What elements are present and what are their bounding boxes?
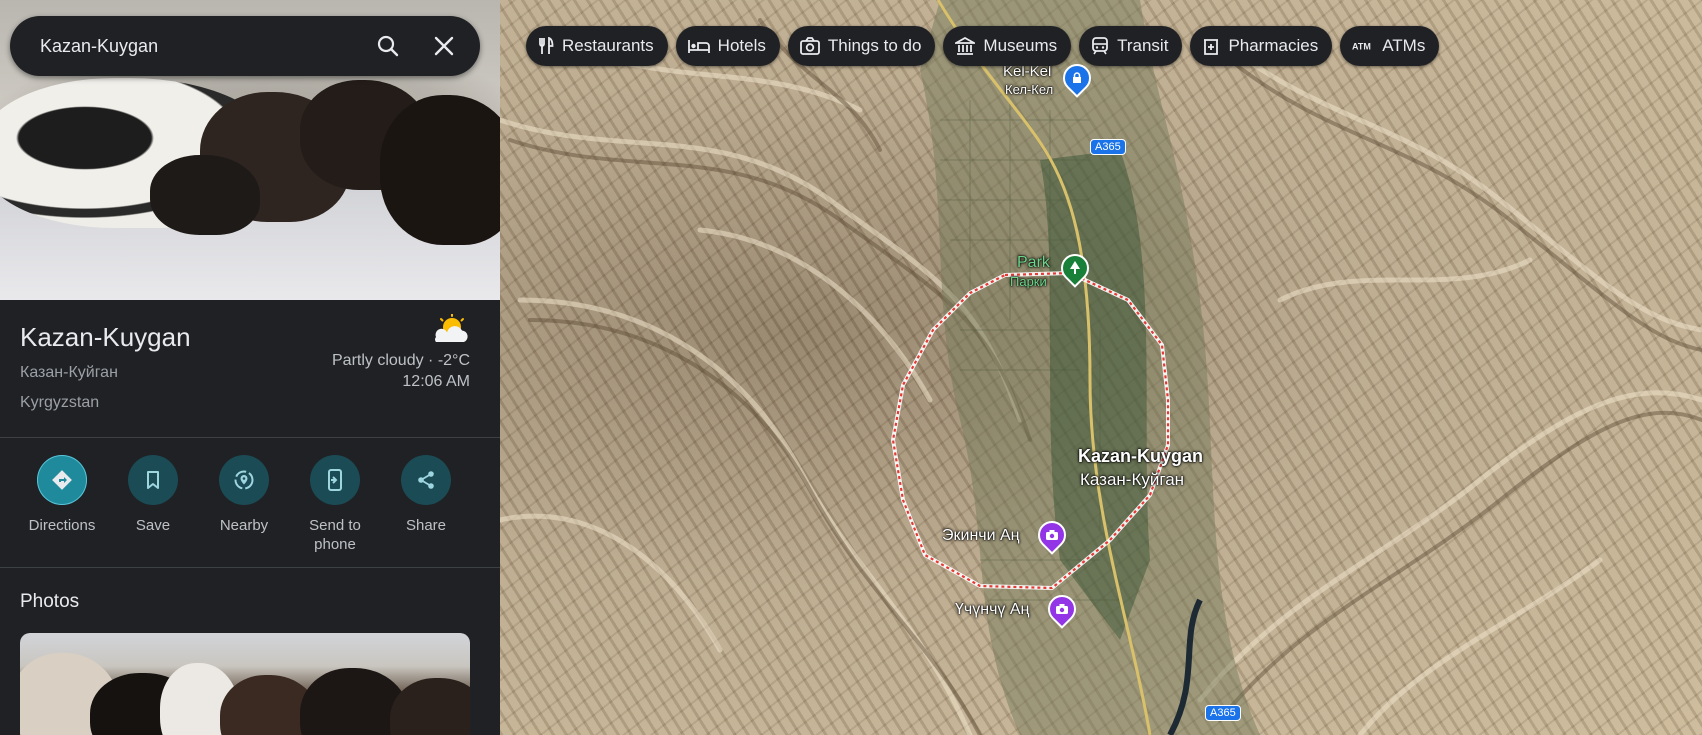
share-label: Share [405,517,447,534]
chip-things-to-do[interactable]: Things to do [787,26,936,66]
chip-pharmacies-label: Pharmacies [1228,36,1319,55]
transit-icon [1092,37,1109,55]
close-icon [434,36,454,56]
map-terrain [500,0,1702,735]
place-header: Kazan-Kuygan Казан-Куйган Kyrgyzstan Par… [0,300,500,437]
weather-time: 12:06 AM [402,373,470,390]
chip-restaurants[interactable]: Restaurants [526,26,668,66]
chip-hotels[interactable]: Hotels [675,26,780,66]
road-shield: A365 [1090,139,1126,155]
hotel-icon [687,40,710,53]
map-canvas[interactable]: A365 A365 Kel-Kel Кел-Кел Park Парки Kaz… [500,0,1702,735]
close-button[interactable] [416,18,472,74]
chip-restaurants-label: Restaurants [562,36,654,55]
map-label-park[interactable]: Park [1017,254,1050,272]
chip-hotels-label: Hotels [717,36,766,55]
lock-icon [1073,72,1081,83]
place-local-name: Казан-Куйган [20,364,118,381]
chip-transit[interactable]: Transit [1079,26,1183,66]
directions-label: Directions [28,517,96,534]
map-label-city[interactable]: Kazan-Kuygan [1078,446,1203,467]
send-to-phone-icon [328,469,342,491]
nearby-label: Nearby [219,517,269,534]
search-icon [377,35,399,57]
tree-icon [1070,261,1080,274]
chip-atms[interactable]: ATM ATMs [1340,26,1440,66]
chip-pharmacies[interactable]: Pharmacies [1190,26,1333,66]
chip-things-to-do-label: Things to do [827,36,922,55]
directions-icon [52,470,72,490]
map-label-ekinchi[interactable]: Экинчи Аң [942,527,1020,545]
send-to-phone-button[interactable]: Send to phone [289,455,381,554]
place-panel: Kazan-Kuygan Казан-Куйган Kyrgyzstan Par… [0,0,500,735]
svg-text:ATM: ATM [1352,42,1371,52]
chip-museums[interactable]: Museums [943,26,1072,66]
road-shield: A365 [1205,705,1241,721]
bookmark-icon [147,471,159,489]
weather-condition: Partly cloudy · -2°C [332,352,470,369]
search-bar [10,16,480,76]
atm-icon: ATM [1352,42,1371,52]
directions-button[interactable]: Directions [16,455,108,535]
map-label-kelkel-local: Кел-Кел [1005,82,1054,97]
photos-heading: Photos [20,591,80,612]
nearby-button[interactable]: Nearby [198,455,290,535]
place-country: Kyrgyzstan [20,394,100,411]
photo-thumbnail[interactable] [20,633,470,735]
camera-icon [1046,530,1058,540]
restaurant-icon [539,37,554,54]
chip-transit-label: Transit [1117,36,1169,55]
save-label: Save [135,517,171,534]
map-label-city-local: Казан-Куйган [1080,470,1185,489]
chip-atms-label: ATMs [1382,36,1426,55]
search-input[interactable] [10,16,360,76]
action-buttons: Directions Save Nearby Send to phone Sha… [0,437,500,567]
place-title: Kazan-Kuygan [20,322,191,352]
send-to-phone-label: Send to phone [309,517,361,553]
museum-icon [955,37,976,55]
pharmacy-icon [1204,39,1219,55]
map-label-park-local: Парки [1010,274,1047,289]
share-icon [418,471,434,489]
search-button[interactable] [360,18,416,74]
category-chips: Restaurants Hotels Things to do Museums … [526,26,1440,66]
chip-museums-label: Museums [983,36,1058,55]
camera-icon [1056,604,1068,614]
camera-icon [799,37,820,55]
save-button[interactable]: Save [107,455,199,535]
map-label-uchunchu[interactable]: Үчүнчү Аң [955,601,1029,619]
nearby-icon [234,470,254,490]
share-button[interactable]: Share [380,455,472,535]
partly-cloudy-icon [435,314,468,342]
photos-section: Photos [0,567,500,735]
